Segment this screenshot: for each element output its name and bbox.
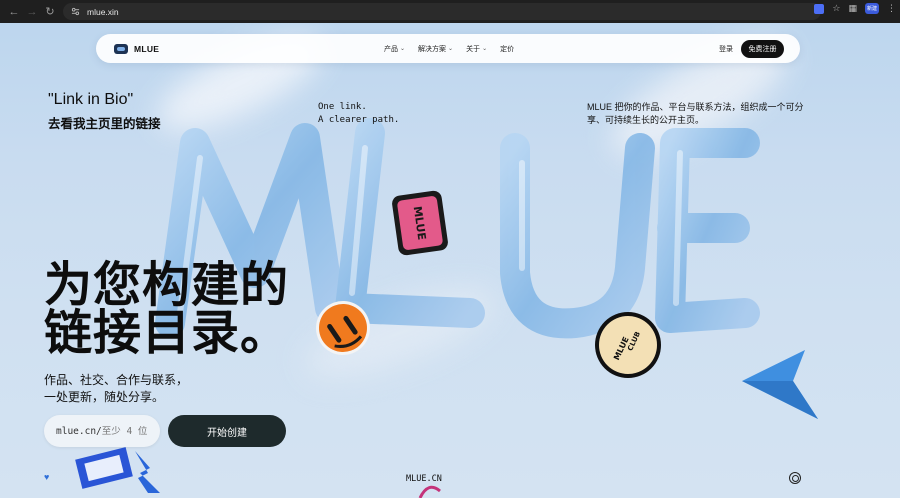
- extension-icon[interactable]: [814, 3, 825, 14]
- landing-page: MLUE MLUE CLUB MLUE 产品 ⌄ 解决方案 ⌄ 关于 ⌄ 定价 …: [0, 23, 900, 498]
- url-prefix: mlue.cn/: [56, 425, 102, 437]
- mlue-pink-sticker: MLUE: [392, 190, 448, 256]
- footer-domain: MLUE.CN: [406, 474, 442, 484]
- signup-button[interactable]: 免费注册: [741, 39, 784, 58]
- chevron-down-icon: ⌄: [400, 46, 406, 52]
- link-in-bio-heading: "Link in Bio": [48, 91, 134, 108]
- blue-arrow-icon: [742, 350, 818, 419]
- top-navbar: MLUE 产品 ⌄ 解决方案 ⌄ 关于 ⌄ 定价 登录 免费注册: [96, 34, 800, 63]
- username-input-field[interactable]: mlue.cn/: [44, 415, 160, 447]
- hero-subtitle: 作品、社交、合作与联系， 一处更新，随处分享。: [44, 373, 189, 404]
- profile-avatar[interactable]: 新建: [865, 3, 879, 14]
- username-input[interactable]: [101, 425, 154, 437]
- url-text: mlue.xin: [87, 6, 119, 17]
- menu-kebab-icon[interactable]: ⋮: [887, 3, 896, 14]
- extensions-puzzle-icon[interactable]: ▦: [848, 3, 857, 14]
- forward-icon[interactable]: →: [23, 3, 41, 21]
- nav-item-solutions[interactable]: 解决方案 ⌄: [418, 44, 453, 54]
- blue-heart-icon: ♥: [44, 472, 50, 482]
- brand-logo[interactable]: MLUE: [114, 43, 160, 54]
- browser-toolbar: ← → ↻ mlue.xin ☆ ▦ 新建 ⋮: [0, 0, 900, 23]
- address-bar[interactable]: mlue.xin: [63, 3, 821, 20]
- brand-name: MLUE: [134, 43, 160, 54]
- chevron-down-icon: ⌄: [448, 46, 454, 52]
- link-in-bio-subheading: 去看我主页里的链接: [48, 117, 161, 131]
- pixel-letter-sticker: [75, 447, 160, 493]
- hero-headline: 为您构建的 链接目录。: [44, 259, 290, 360]
- site-info-icon[interactable]: [68, 5, 82, 19]
- mlue-club-badge: MLUE CLUB: [595, 312, 661, 378]
- english-tagline: One link. A clearer path.: [318, 102, 400, 125]
- start-create-button[interactable]: 开始创建: [168, 415, 286, 447]
- reload-icon[interactable]: ↻: [41, 3, 59, 21]
- login-link[interactable]: 登录: [719, 44, 733, 54]
- back-icon[interactable]: ←: [5, 3, 23, 21]
- target-ring-icon[interactable]: [789, 472, 801, 484]
- nav-item-about[interactable]: 关于 ⌄: [466, 44, 487, 54]
- pink-ribbon-decoration: [418, 485, 441, 498]
- mlue-logo-icon: [114, 43, 128, 54]
- chevron-down-icon: ⌄: [482, 46, 488, 52]
- product-description: MLUE 把你的作品、平台与联系方法，组织成一个可分享、可持续生长的公开主页。: [587, 102, 804, 125]
- nav-item-products[interactable]: 产品 ⌄: [384, 44, 405, 54]
- nav-item-pricing[interactable]: 定价: [500, 44, 514, 54]
- bookmark-star-icon[interactable]: ☆: [832, 3, 840, 14]
- letter-u-tube: [500, 133, 655, 339]
